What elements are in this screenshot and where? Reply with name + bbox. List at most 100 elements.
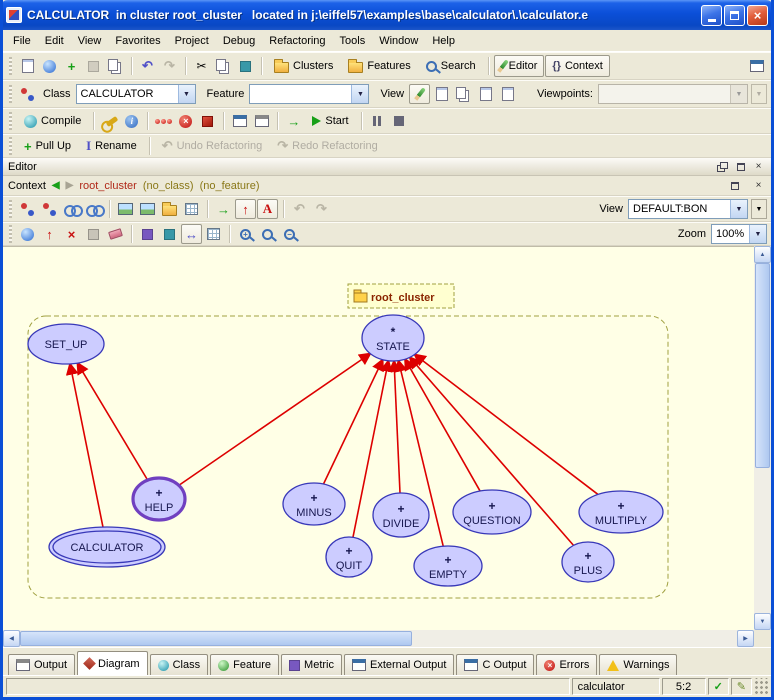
- close-button[interactable]: ×: [747, 5, 768, 26]
- diagram-node-question[interactable]: +QUESTION: [453, 490, 531, 534]
- freeze-button[interactable]: [99, 111, 120, 131]
- tab-errors[interactable]: × Errors: [536, 654, 597, 675]
- cluster-relations-button[interactable]: [39, 199, 60, 219]
- add-link-button[interactable]: [61, 199, 82, 219]
- flat-view-button[interactable]: [453, 84, 474, 104]
- erase-button[interactable]: [105, 224, 126, 244]
- supplier-mode-button[interactable]: ↑: [235, 199, 256, 219]
- rename-button[interactable]: I Rename: [79, 135, 144, 157]
- vertical-scroll-track[interactable]: [754, 263, 771, 613]
- context-back-button[interactable]: ◀: [52, 180, 60, 191]
- copy-button[interactable]: [213, 56, 234, 76]
- menu-file[interactable]: File: [6, 32, 38, 50]
- vertical-scrollbar[interactable]: ▲ ▼: [754, 246, 771, 630]
- undo-button[interactable]: ↶: [137, 56, 158, 76]
- viewpoints-combobox[interactable]: ▼: [598, 84, 748, 104]
- debug-window-button[interactable]: [251, 111, 272, 131]
- redo-refactoring-button[interactable]: ↷ Redo Refactoring: [270, 135, 385, 157]
- context-forward-button[interactable]: ▶: [66, 180, 74, 191]
- scroll-down-button[interactable]: ▼: [754, 613, 771, 630]
- window-resize-grip[interactable]: [754, 678, 769, 695]
- editor-toggle-button[interactable]: Editor: [494, 55, 545, 77]
- zoom-in-button[interactable]: +: [235, 224, 256, 244]
- context-maximize-button[interactable]: [727, 179, 742, 193]
- diagram-node-multiply[interactable]: +MULTIPLY: [579, 491, 663, 533]
- save-all-button[interactable]: [105, 56, 126, 76]
- toolbar-grip[interactable]: [9, 225, 12, 243]
- tab-feature[interactable]: Feature: [210, 654, 279, 675]
- context-close-button[interactable]: ×: [751, 179, 766, 193]
- go-to-target-button[interactable]: →: [213, 199, 234, 219]
- debug-console-button[interactable]: [229, 111, 250, 131]
- toolbar-grip[interactable]: [9, 200, 12, 218]
- contract-view-button[interactable]: [475, 84, 496, 104]
- tab-warnings[interactable]: Warnings: [599, 654, 677, 675]
- paste-button[interactable]: [235, 56, 256, 76]
- panel-float-button[interactable]: [715, 160, 730, 174]
- class-tool-button[interactable]: [17, 84, 38, 104]
- tab-external-output[interactable]: External Output: [344, 654, 454, 675]
- open-folder-button[interactable]: [159, 199, 180, 219]
- step-into-button[interactable]: →: [283, 111, 304, 131]
- context-toggle-button[interactable]: {} Context: [545, 55, 609, 77]
- diagram-undo-button[interactable]: ↶: [289, 199, 310, 219]
- titlebar[interactable]: CALCULATOR in cluster root_cluster locat…: [0, 0, 774, 30]
- sort-button[interactable]: [203, 224, 224, 244]
- cluster-tag[interactable]: root_cluster: [348, 284, 454, 308]
- new-class-button[interactable]: [17, 224, 38, 244]
- minimize-button[interactable]: [701, 5, 722, 26]
- diagram-view-combobox[interactable]: DEFAULT:BON ▼: [628, 199, 748, 219]
- grid-toggle-button[interactable]: [181, 199, 202, 219]
- class-relations-button[interactable]: [17, 199, 38, 219]
- clusters-button[interactable]: Clusters: [267, 55, 340, 77]
- arrow-minus-to-state[interactable]: [324, 360, 383, 484]
- ignore-breakpoints-button[interactable]: ×: [175, 111, 196, 131]
- diagram-canvas[interactable]: root_clusterSET_UP*STATE+HELP+MINUS+DIVI…: [3, 246, 754, 630]
- panel-maximize-button[interactable]: [733, 160, 748, 174]
- menu-refactoring[interactable]: Refactoring: [262, 32, 332, 50]
- viewpoints-combobox-arrow[interactable]: ▼: [730, 85, 747, 103]
- class-combobox-arrow[interactable]: ▼: [178, 85, 195, 103]
- save-button[interactable]: [83, 56, 104, 76]
- panel-close-button[interactable]: ×: [751, 160, 766, 174]
- horizontal-scroll-thumb[interactable]: [20, 631, 412, 646]
- toolbar-grip[interactable]: [9, 85, 12, 103]
- scroll-left-button[interactable]: ◀: [3, 630, 20, 647]
- print-diagram-button[interactable]: [137, 199, 158, 219]
- text-mode-button[interactable]: A: [257, 199, 278, 219]
- tab-metric[interactable]: Metric: [281, 654, 342, 675]
- project-info-button[interactable]: i: [121, 111, 142, 131]
- compile-button[interactable]: Compile: [17, 110, 88, 132]
- diagram-node-help[interactable]: +HELP: [133, 478, 185, 520]
- search-button[interactable]: Search: [419, 55, 483, 77]
- zoom-fit-button[interactable]: [257, 224, 278, 244]
- run-workbench-button[interactable]: [153, 111, 174, 131]
- diagram-node-divide[interactable]: +DIVIDE: [373, 493, 429, 537]
- cut-button[interactable]: ✂: [191, 56, 212, 76]
- new-inheritance-button[interactable]: ↑: [39, 224, 60, 244]
- fit-to-screen-button[interactable]: ↔: [181, 224, 202, 244]
- edit-view-button[interactable]: [409, 84, 430, 104]
- horizontal-scroll-track[interactable]: [20, 630, 737, 647]
- diagram-node-quit[interactable]: +QUIT: [326, 537, 372, 577]
- zoom-combobox-arrow[interactable]: ▼: [749, 225, 766, 243]
- anchor-button[interactable]: [83, 224, 104, 244]
- menu-debug[interactable]: Debug: [216, 32, 262, 50]
- add-class-button[interactable]: +: [61, 56, 82, 76]
- stop-button[interactable]: [389, 111, 410, 131]
- delete-button[interactable]: ×: [61, 224, 82, 244]
- interface-view-button[interactable]: [497, 84, 518, 104]
- menu-window[interactable]: Window: [372, 32, 425, 50]
- vertical-scroll-thumb[interactable]: [755, 263, 770, 468]
- undo-refactoring-button[interactable]: ↶ Undo Refactoring: [155, 135, 270, 157]
- context-cluster-name[interactable]: root_cluster: [79, 180, 136, 192]
- toolbar-grip[interactable]: [9, 57, 12, 75]
- horizontal-scrollbar[interactable]: ◀ ▶: [3, 630, 754, 647]
- new-tab-button[interactable]: [431, 84, 452, 104]
- arrow-help-to-state[interactable]: [179, 354, 370, 486]
- layout-force-button[interactable]: [137, 224, 158, 244]
- layout-tree-button[interactable]: [159, 224, 180, 244]
- remove-link-button[interactable]: [83, 199, 104, 219]
- feature-combobox-arrow[interactable]: ▼: [351, 85, 368, 103]
- tab-diagram[interactable]: Diagram: [77, 651, 148, 675]
